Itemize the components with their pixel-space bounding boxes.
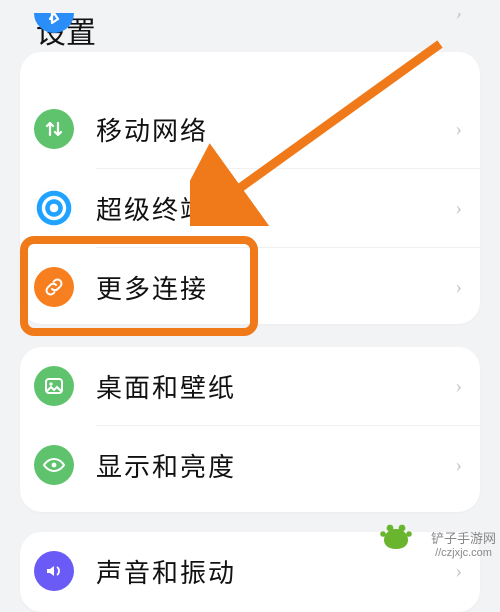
chevron-right-icon: › — [455, 454, 462, 477]
settings-row-more-connections[interactable]: 更多连接 › — [20, 248, 480, 326]
settings-group-2: 桌面和壁纸 › 显示和亮度 › — [20, 347, 480, 512]
eye-icon — [34, 445, 74, 485]
chevron-right-icon: › — [455, 118, 462, 141]
chevron-right-icon: › — [455, 197, 462, 220]
settings-row-mobile-network[interactable]: 移动网络 › — [20, 90, 480, 168]
link-icon — [34, 267, 74, 307]
bluetooth-icon — [34, 13, 74, 33]
sound-icon — [34, 551, 74, 591]
chevron-right-icon: › — [455, 560, 462, 583]
settings-group-1: › 移动网络 › 超级终端 › 更多连接 › — [20, 52, 480, 324]
watermark-line2: //czjxjc.com — [431, 547, 496, 560]
watermark-text: 铲子手游网 //czjxjc.com — [431, 531, 496, 560]
chevron-right-icon: › — [455, 375, 462, 398]
chevron-right-icon: › — [455, 276, 462, 299]
settings-row-super-terminal[interactable]: 超级终端 › — [20, 169, 480, 247]
settings-row-display[interactable]: 显示和亮度 › — [20, 426, 480, 504]
up-down-icon — [34, 109, 74, 149]
row-label: 更多连接 — [96, 269, 455, 306]
row-label: 声音和振动 — [96, 553, 455, 590]
row-label: 超级终端 — [96, 190, 455, 227]
row-label: 显示和亮度 — [96, 447, 455, 484]
row-label: 桌面和壁纸 — [96, 368, 455, 405]
chevron-right-icon: › — [455, 13, 462, 25]
partial-row: › — [20, 13, 480, 52]
settings-row-wallpaper[interactable]: 桌面和壁纸 › — [20, 347, 480, 425]
image-icon — [34, 366, 74, 406]
watermark-line1: 铲子手游网 — [431, 531, 496, 547]
target-icon — [34, 188, 74, 228]
settings-row-bluetooth[interactable]: › — [20, 13, 480, 52]
watermark-logo — [378, 520, 414, 556]
row-label: 移动网络 — [96, 111, 455, 148]
